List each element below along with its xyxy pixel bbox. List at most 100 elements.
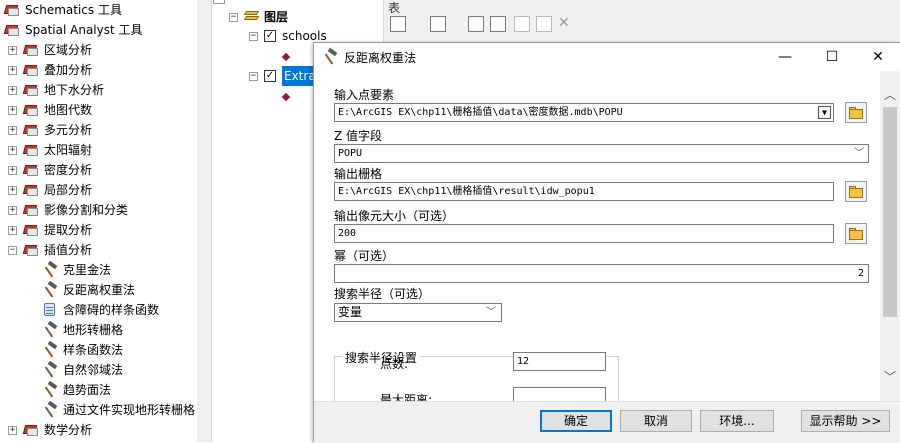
toolbox-item[interactable]: + 太阳辐射: [8, 140, 92, 160]
expand-icon[interactable]: +: [8, 185, 17, 195]
output-raster-field[interactable]: E:\ArcGIS EX\chp11\栅格插值\result\idw_popu1: [334, 182, 834, 201]
collapse-icon[interactable]: −: [249, 31, 258, 41]
toolbox-item[interactable]: + 多元分析: [8, 120, 92, 140]
chevron-down-icon[interactable]: ﹀: [854, 145, 864, 162]
toolbox-item[interactable]: Schematics 工具: [3, 0, 122, 20]
select-by-attributes-icon[interactable]: [468, 16, 484, 32]
expand-icon[interactable]: +: [8, 65, 17, 75]
toolbox-item-label: 地图代数: [44, 103, 93, 117]
switch-selection-icon[interactable]: [490, 16, 506, 32]
dialog-titlebar[interactable]: 反距离权重法 — ☐ ✕: [314, 43, 900, 71]
minimize-icon: —: [778, 49, 792, 65]
delete-selected-icon[interactable]: ✕: [558, 15, 570, 31]
toolbox-item[interactable]: + 影像分割和分类: [8, 200, 128, 220]
toc-root[interactable]: − 图层: [229, 7, 288, 27]
toolbox-item[interactable]: 样条函数法: [42, 340, 123, 360]
z-field-select[interactable]: POPU ﹀: [334, 144, 869, 163]
layers-icon: [243, 10, 260, 24]
input-points-combobox[interactable]: E:\ArcGIS EX\chp11\栅格插值\data\密度数据.mdb\PO…: [334, 103, 834, 122]
related-tables-icon[interactable]: [430, 16, 446, 32]
dialog-footer: 确定 取消 环境... 显示帮助 >>: [314, 401, 900, 443]
toolbox-item[interactable]: 趋势面法: [42, 380, 111, 400]
hammer-icon: [42, 280, 58, 298]
maximize-button[interactable]: ☐: [809, 43, 855, 71]
expand-icon[interactable]: +: [8, 225, 17, 235]
expand-icon[interactable]: +: [8, 425, 17, 435]
table-options-icon[interactable]: [390, 16, 406, 32]
expand-icon[interactable]: +: [8, 85, 17, 95]
clear-selection-icon[interactable]: [514, 16, 530, 32]
collapse-icon[interactable]: −: [249, 71, 258, 81]
dialog-title: 反距离权重法: [344, 51, 417, 65]
close-button[interactable]: ✕: [855, 43, 900, 71]
zoom-to-selected-icon[interactable]: [536, 16, 552, 32]
toolbox-icon: [22, 183, 39, 197]
toolbox-item[interactable]: + 地下水分析: [8, 80, 104, 100]
input-points-label: 输入点要素: [334, 88, 395, 102]
toolbox-item[interactable]: 通过文件实现地形转栅格: [42, 400, 195, 420]
expand-icon[interactable]: +: [8, 145, 17, 155]
toolbox-item-label: 地形转栅格: [63, 323, 124, 337]
toolbox-item[interactable]: + 局部分析: [8, 180, 92, 200]
expand-icon[interactable]: +: [8, 205, 17, 215]
max-distance-label: 最大距离:: [380, 393, 433, 401]
toolbox-item[interactable]: − 插值分析: [8, 240, 92, 260]
point-symbol-icon: [281, 52, 291, 62]
chevron-down-icon[interactable]: ﹀: [880, 367, 900, 387]
search-radius-value: 变量: [338, 305, 363, 319]
toolbox-item-label: 数学分析: [44, 423, 93, 437]
toc-layer-extra[interactable]: − ✓ Extra: [249, 66, 318, 86]
chevron-down-icon[interactable]: ▼: [818, 106, 831, 119]
expand-icon[interactable]: +: [8, 125, 17, 135]
collapse-icon[interactable]: −: [229, 12, 238, 22]
layer-visibility-checkbox[interactable]: ✓: [264, 70, 276, 82]
ok-button[interactable]: 确定: [540, 410, 612, 432]
environments-button[interactable]: 环境...: [700, 410, 774, 432]
toc-root-label: 图层: [264, 10, 289, 24]
power-field[interactable]: 2: [334, 264, 869, 283]
toolbox-icon: [22, 423, 39, 437]
toolbox-item[interactable]: Spatial Analyst 工具: [3, 20, 143, 40]
toolbox-item[interactable]: + 数学分析: [8, 420, 92, 440]
browse-cell-size-button[interactable]: [845, 223, 867, 244]
toolbox-item[interactable]: 反距离权重法: [42, 280, 135, 300]
toolbox-item-label: 叠加分析: [44, 63, 93, 77]
power-label: 幂（可选）: [334, 249, 395, 263]
toolbox-item[interactable]: + 提取分析: [8, 220, 92, 240]
scrollbar-thumb[interactable]: [883, 107, 897, 317]
toolbox-item[interactable]: + 叠加分析: [8, 60, 92, 80]
chevron-up-icon[interactable]: ︿: [880, 85, 900, 105]
toolbox-scrollbar[interactable]: [197, 0, 211, 442]
toolbox-icon: [22, 103, 39, 117]
cancel-button[interactable]: 取消: [620, 410, 692, 432]
layer-visibility-checkbox[interactable]: ✓: [264, 30, 276, 42]
points-field[interactable]: 12: [513, 352, 606, 371]
toolbox-item-label: Spatial Analyst 工具: [25, 23, 143, 37]
browse-output-button[interactable]: [845, 181, 867, 202]
point-symbol-icon: [281, 92, 291, 102]
toolbox-item[interactable]: 含障碍的样条函数: [42, 300, 159, 320]
show-help-button[interactable]: 显示帮助 >>: [801, 410, 890, 432]
toolbox-item[interactable]: 自然邻域法: [42, 360, 123, 380]
dialog-scrollbar[interactable]: ︿ ﹀: [880, 71, 900, 401]
toolbox-item[interactable]: 地形转栅格: [42, 320, 123, 340]
minimize-button[interactable]: —: [762, 43, 808, 71]
collapse-icon[interactable]: −: [8, 245, 17, 255]
input-points-value: E:\ArcGIS EX\chp11\栅格插值\data\密度数据.mdb\PO…: [338, 107, 623, 118]
search-radius-select[interactable]: 变量 ﹀: [334, 303, 502, 322]
chevron-down-icon[interactable]: ﹀: [486, 304, 496, 321]
cell-size-field[interactable]: 200: [334, 224, 834, 243]
toolbox-item[interactable]: + 密度分析: [8, 160, 92, 180]
toolbox-icon: [22, 203, 39, 217]
toolbox-item[interactable]: + 区域分析: [8, 40, 92, 60]
expand-icon[interactable]: +: [8, 45, 17, 55]
expand-icon[interactable]: +: [8, 105, 17, 115]
search-radius-label: 搜索半径（可选）: [334, 287, 431, 301]
toolbox-item[interactable]: 克里金法: [42, 260, 111, 280]
toolbox-item[interactable]: + 地图代数: [8, 100, 92, 120]
output-raster-value: E:\ArcGIS EX\chp11\栅格插值\result\idw_popu1: [338, 186, 595, 197]
max-distance-field[interactable]: [513, 387, 606, 401]
expand-icon[interactable]: +: [8, 165, 17, 175]
browse-input-button[interactable]: [845, 102, 867, 123]
dialog-parameters-panel: 输入点要素 E:\ArcGIS EX\chp11\栅格插值\data\密度数据.…: [314, 71, 900, 401]
